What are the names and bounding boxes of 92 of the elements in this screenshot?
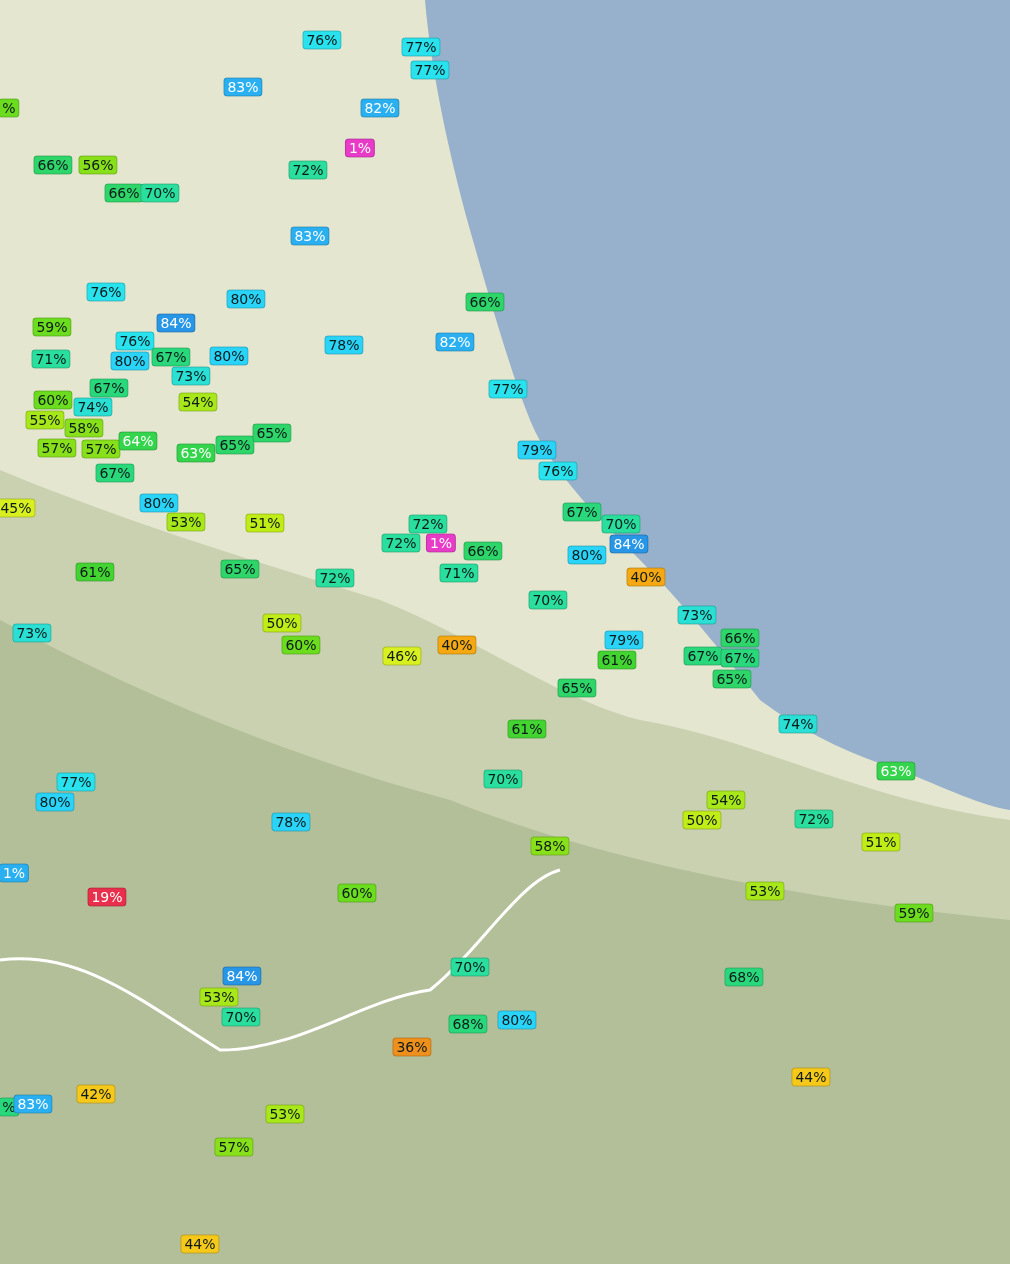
percentage-pin[interactable]: 77% — [401, 37, 441, 57]
percentage-pin[interactable]: 78% — [271, 812, 311, 832]
percentage-pin[interactable]: 71% — [31, 349, 71, 369]
percentage-pin[interactable]: 44% — [791, 1067, 831, 1087]
percentage-pin[interactable]: 51% — [245, 513, 285, 533]
percentage-pin[interactable]: 57% — [214, 1137, 254, 1157]
percentage-pin[interactable]: 61% — [597, 650, 637, 670]
percentage-pin[interactable]: 78% — [324, 335, 364, 355]
percentage-pin[interactable]: 67% — [151, 347, 191, 367]
percentage-pin[interactable]: 59% — [894, 903, 934, 923]
percentage-pin[interactable]: 36% — [392, 1037, 432, 1057]
percentage-pin[interactable]: 55% — [25, 410, 65, 430]
percentage-pin[interactable]: 76% — [302, 30, 342, 50]
percentage-pin[interactable]: 72% — [381, 533, 421, 553]
percentage-pin[interactable]: 65% — [220, 559, 260, 579]
percentage-pin[interactable]: 53% — [199, 987, 239, 1007]
percentage-pin[interactable]: 76% — [538, 461, 578, 481]
percentage-pin[interactable]: 60% — [281, 635, 321, 655]
percentage-pin[interactable]: 72% — [288, 160, 328, 180]
percentage-pin[interactable]: % — [0, 98, 20, 118]
percentage-pin[interactable]: 80% — [209, 346, 249, 366]
percentage-pin[interactable]: 59% — [32, 317, 72, 337]
percentage-pin[interactable]: 42% — [76, 1084, 116, 1104]
percentage-pin[interactable]: 70% — [221, 1007, 261, 1027]
percentage-pin[interactable]: 58% — [530, 836, 570, 856]
percentage-pin[interactable]: 77% — [410, 60, 450, 80]
percentage-pin[interactable]: 50% — [682, 810, 722, 830]
percentage-pin[interactable]: 60% — [33, 390, 73, 410]
percentage-pin[interactable]: 50% — [262, 613, 302, 633]
percentage-pin[interactable]: 45% — [0, 498, 36, 518]
percentage-pin[interactable]: 40% — [437, 635, 477, 655]
percentage-pin[interactable]: 61% — [507, 719, 547, 739]
percentage-pin[interactable]: 72% — [315, 568, 355, 588]
percentage-pin[interactable]: 1% — [344, 138, 376, 158]
percentage-pin[interactable]: 66% — [465, 292, 505, 312]
percentage-pin[interactable]: 46% — [382, 646, 422, 666]
percentage-pin[interactable]: 77% — [488, 379, 528, 399]
percentage-pin[interactable]: 70% — [601, 514, 641, 534]
percentage-pin[interactable]: 44% — [180, 1234, 220, 1254]
percentage-pin[interactable]: 72% — [408, 514, 448, 534]
percentage-pin[interactable]: 56% — [78, 155, 118, 175]
percentage-pin[interactable]: 80% — [110, 351, 150, 371]
percentage-pin[interactable]: 65% — [215, 435, 255, 455]
percentage-pin[interactable]: 67% — [562, 502, 602, 522]
percentage-pin[interactable]: 70% — [450, 957, 490, 977]
percentage-pin[interactable]: 76% — [115, 331, 155, 351]
percentage-pin[interactable]: 65% — [252, 423, 292, 443]
percentage-pin[interactable]: 77% — [56, 772, 96, 792]
percentage-pin[interactable]: 70% — [483, 769, 523, 789]
percentage-pin[interactable]: 80% — [139, 493, 179, 513]
percentage-pin[interactable]: 67% — [89, 378, 129, 398]
percentage-pin[interactable]: 79% — [604, 630, 644, 650]
percentage-pin[interactable]: 40% — [626, 567, 666, 587]
percentage-pin[interactable]: 54% — [706, 790, 746, 810]
percentage-pin[interactable]: 70% — [528, 590, 568, 610]
percentage-pin[interactable]: 67% — [683, 646, 723, 666]
percentage-pin[interactable]: 80% — [567, 545, 607, 565]
percentage-pin[interactable]: 57% — [37, 438, 77, 458]
percentage-pin[interactable]: 65% — [712, 669, 752, 689]
percentage-pin[interactable]: 19% — [87, 887, 127, 907]
percentage-pin[interactable]: 68% — [724, 967, 764, 987]
percentage-pin[interactable]: 58% — [64, 418, 104, 438]
percentage-pin[interactable]: 68% — [448, 1014, 488, 1034]
percentage-pin[interactable]: 51% — [861, 832, 901, 852]
percentage-pin[interactable]: 76% — [86, 282, 126, 302]
percentage-pin[interactable]: 1% — [425, 533, 457, 553]
percentage-pin[interactable]: 54% — [178, 392, 218, 412]
percentage-pin[interactable]: 61% — [75, 562, 115, 582]
percentage-pin[interactable]: 66% — [720, 628, 760, 648]
percentage-pin[interactable]: 72% — [794, 809, 834, 829]
percentage-pin[interactable]: 53% — [265, 1104, 305, 1124]
percentage-pin[interactable]: 57% — [81, 439, 121, 459]
percentage-pin[interactable]: 73% — [171, 366, 211, 386]
percentage-pin[interactable]: 73% — [677, 605, 717, 625]
percentage-pin[interactable]: 60% — [337, 883, 377, 903]
percentage-pin[interactable]: 79% — [517, 440, 557, 460]
percentage-pin[interactable]: 80% — [226, 289, 266, 309]
percentage-pin[interactable]: 66% — [33, 155, 73, 175]
percentage-pin[interactable]: 67% — [720, 648, 760, 668]
percentage-pin[interactable]: 74% — [778, 714, 818, 734]
percentage-pin[interactable]: 53% — [166, 512, 206, 532]
percentage-pin[interactable]: 65% — [557, 678, 597, 698]
percentage-pin[interactable]: 71% — [439, 563, 479, 583]
percentage-pin[interactable]: 74% — [73, 397, 113, 417]
percentage-pin[interactable]: 66% — [104, 183, 144, 203]
percentage-pin[interactable]: 80% — [35, 792, 75, 812]
percentage-pin[interactable]: 70% — [140, 183, 180, 203]
percentage-pin[interactable]: 53% — [745, 881, 785, 901]
percentage-pin[interactable]: 73% — [12, 623, 52, 643]
percentage-pin[interactable]: 66% — [463, 541, 503, 561]
percentage-pin[interactable]: 80% — [497, 1010, 537, 1030]
percentage-pin[interactable]: 67% — [95, 463, 135, 483]
